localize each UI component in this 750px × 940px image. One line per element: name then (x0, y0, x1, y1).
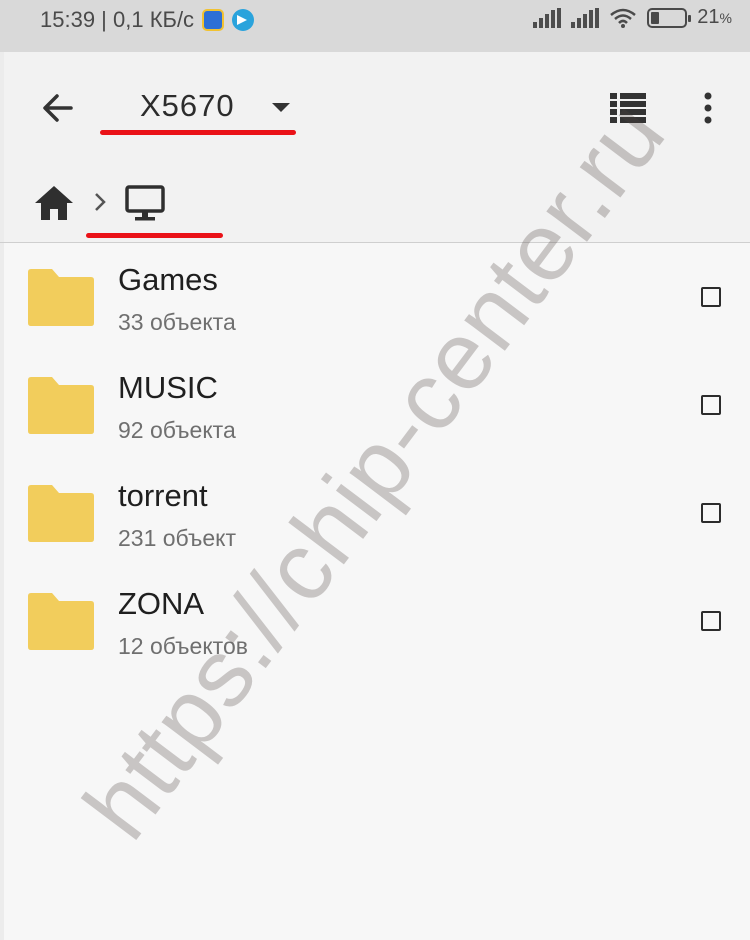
signal-icon-2 (571, 7, 600, 28)
home-icon[interactable] (33, 184, 75, 222)
battery-icon (647, 7, 692, 28)
highlight-underline-breadcrumb (86, 233, 223, 238)
list-item[interactable]: Games 33 объекта (0, 252, 750, 360)
wifi-icon (610, 8, 637, 28)
file-list: Games 33 объекта MUSIC 92 объекта torren… (0, 252, 750, 684)
folder-name: Games (118, 262, 218, 297)
folder-icon (28, 593, 94, 650)
battery-percent: 21 (697, 6, 720, 28)
folder-name: MUSIC (118, 370, 218, 405)
header-divider (0, 242, 750, 243)
status-time-speed: 15:39 | 0,1 КБ/с (40, 7, 195, 32)
app-bar (0, 52, 750, 242)
folder-count: 12 объектов (118, 633, 248, 659)
battery-unit: % (719, 10, 732, 26)
highlight-underline-title (100, 130, 296, 135)
list-item[interactable]: MUSIC 92 объекта (0, 360, 750, 468)
folder-count: 92 объекта (118, 417, 236, 443)
select-checkbox[interactable] (701, 503, 721, 523)
list-item[interactable]: torrent 231 объект (0, 468, 750, 576)
telegram-notification-icon (232, 9, 255, 31)
list-item[interactable]: ZONA 12 объектов (0, 576, 750, 684)
folder-count: 33 объекта (118, 309, 236, 335)
folder-name: torrent (118, 478, 208, 513)
shield-notification-icon (202, 9, 225, 31)
folder-icon (28, 377, 94, 434)
status-left: 15:39 | 0,1 КБ/с (40, 7, 255, 33)
select-checkbox[interactable] (701, 287, 721, 307)
list-view-icon[interactable] (610, 93, 646, 123)
status-right: 21% (533, 6, 732, 29)
battery-level: 21% (697, 6, 732, 29)
folder-count: 231 объект (118, 525, 236, 551)
folder-name: ZONA (118, 586, 205, 621)
select-checkbox[interactable] (701, 611, 721, 631)
monitor-icon[interactable] (124, 184, 166, 222)
arrow-left-icon[interactable] (40, 90, 76, 126)
select-checkbox[interactable] (701, 395, 721, 415)
device-title[interactable]: X5670 (140, 88, 235, 124)
more-vertical-icon[interactable] (698, 91, 718, 125)
folder-icon (28, 485, 94, 542)
chevron-right-icon (95, 193, 106, 211)
triangle-down-icon[interactable] (272, 103, 290, 112)
folder-icon (28, 269, 94, 326)
signal-icon (533, 7, 562, 28)
status-bar: 15:39 | 0,1 КБ/с 21% (0, 0, 750, 52)
